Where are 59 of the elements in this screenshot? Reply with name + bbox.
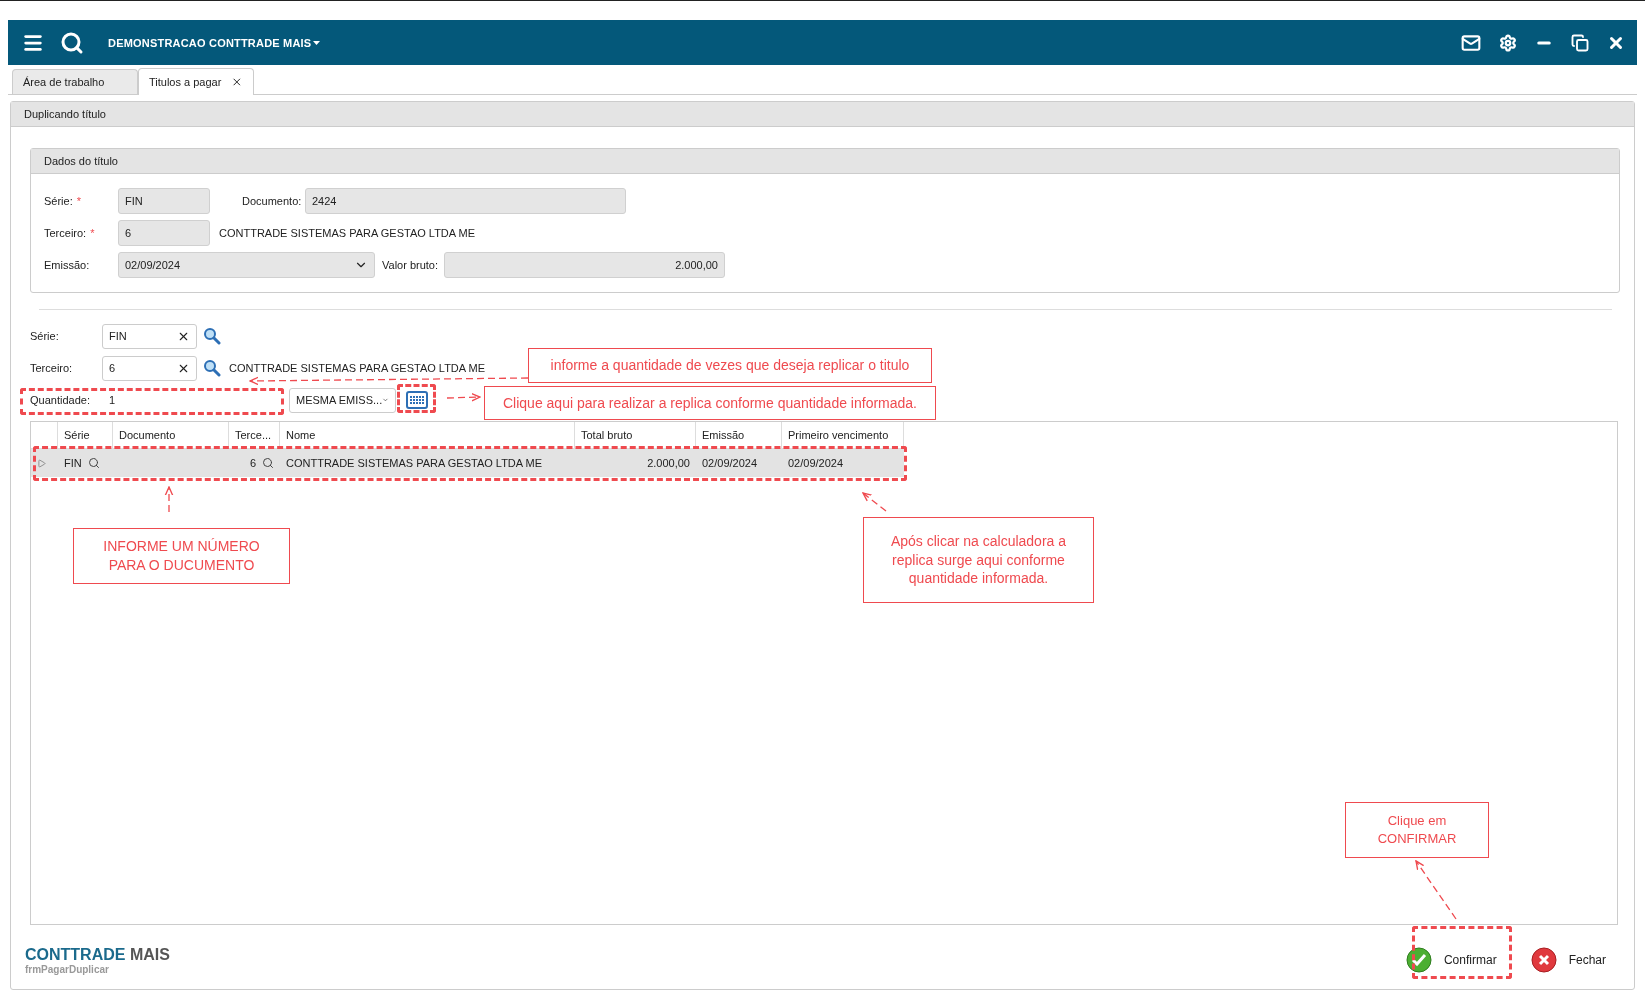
close-icon[interactable] <box>231 76 243 88</box>
confirm-button[interactable]: Confirmar <box>1399 943 1511 977</box>
table-cell: 6 <box>229 449 280 477</box>
table-cell: FIN <box>58 449 113 477</box>
table-cell: 02/09/2024 <box>782 449 904 477</box>
field-label: Série: <box>30 330 60 342</box>
date-dropdown[interactable]: 02/09/2024 <box>118 252 375 278</box>
field-label: Quantidade: <box>30 394 91 406</box>
highlight-frame <box>397 384 436 413</box>
tab[interactable]: Área de trabalho <box>12 69 138 94</box>
annotation-arrow <box>862 492 887 512</box>
field-label: Documento: <box>242 195 303 207</box>
supplier-name: CONTTRADE SISTEMAS PARA GESTAO LTDA ME <box>229 362 486 374</box>
check-icon <box>1405 947 1432 973</box>
field-label: Série: <box>44 195 73 207</box>
table-cell: 2.000,00 <box>575 449 696 477</box>
search-icon[interactable] <box>203 359 221 377</box>
restore-icon[interactable] <box>1571 33 1589 52</box>
supplier-name: CONTTRADE SISTEMAS PARA GESTAO LTDA ME <box>219 227 476 239</box>
company-title[interactable]: DEMONSTRACAO CONTTRADE MAIS <box>108 36 312 49</box>
calculator-icon[interactable] <box>406 391 428 409</box>
search-icon[interactable] <box>87 457 100 469</box>
table-cell: 02/09/2024 <box>696 449 782 477</box>
search-icon[interactable] <box>203 327 221 345</box>
search-icon[interactable] <box>60 30 84 55</box>
required-marker: * <box>90 227 95 239</box>
search-icon[interactable] <box>262 457 274 469</box>
annotation-arrow <box>1415 860 1457 920</box>
brand-logo: CONTTRADE MAIS <box>25 945 170 964</box>
input-field: 2424 <box>305 188 626 214</box>
section-title: Dados do título <box>31 149 1619 174</box>
input-field: 6 <box>118 220 210 246</box>
annotation-callout: Após clicar na calculadora a replica surge aqui conforme quantidade informada. <box>863 517 1094 603</box>
annotation-callout: informe a quantidade de vezes que deseja replicar o titulo <box>528 348 932 383</box>
field-label: Valor bruto: <box>382 259 440 271</box>
cancel-icon <box>1530 947 1557 973</box>
field-label: Emissão: <box>44 259 91 271</box>
close-button[interactable]: Fechar <box>1524 943 1620 977</box>
caret-icon <box>313 40 321 45</box>
input-field: 2.000,00 <box>444 252 725 278</box>
mode-dropdown[interactable]: MESMA EMISS... <box>289 387 396 413</box>
annotation-callout: Clique em CONFIRMAR <box>1345 802 1489 858</box>
required-marker: * <box>76 195 82 207</box>
row-selector[interactable] <box>31 449 58 477</box>
panel-title: Duplicando título <box>11 102 1634 127</box>
settings-icon[interactable] <box>1499 33 1517 52</box>
annotation-arrow <box>446 392 481 402</box>
input-field[interactable]: 6 <box>102 355 197 381</box>
mail-icon[interactable] <box>1461 32 1481 53</box>
table-cell: CONTTRADE SISTEMAS PARA GESTAO LTDA ME <box>280 449 575 477</box>
input-field[interactable]: FIN <box>102 323 197 349</box>
annotation-arrow <box>164 486 174 513</box>
annotation-callout: Clique aqui para realizar a replica conforme quantidade informada. <box>484 386 936 420</box>
form-name: frmPagarDuplicar <box>25 963 110 975</box>
input-field: FIN <box>118 188 210 214</box>
field-label: Terceiro: <box>44 227 87 239</box>
field-label: Terceiro: <box>30 362 74 374</box>
annotation-callout: INFORME UM NÚMERO PARA O DUCUMENTO <box>73 528 290 584</box>
tab[interactable]: Titulos a pagar <box>138 68 254 95</box>
